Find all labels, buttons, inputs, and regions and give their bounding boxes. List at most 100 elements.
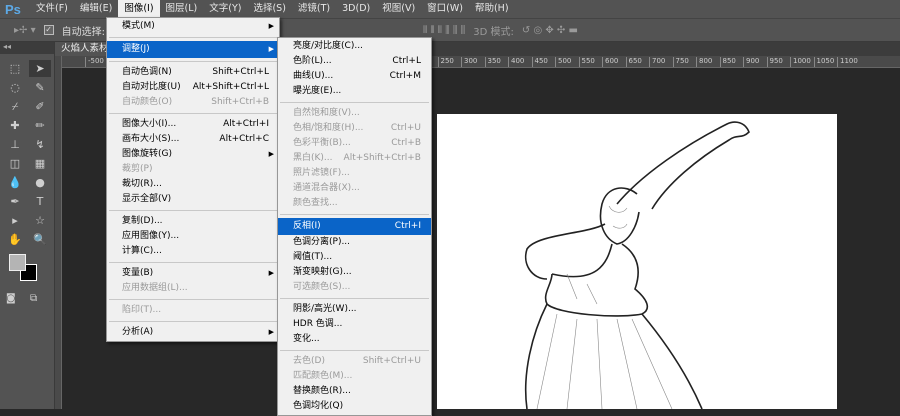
menu-item[interactable]: 渐变映射(G)...	[278, 265, 431, 280]
history-brush-icon[interactable]: ↯	[29, 136, 51, 153]
ruler-label: -500	[85, 57, 104, 67]
menu-item: 色相/饱和度(H)... Ctrl+U	[278, 121, 431, 136]
menu-item-label: 色相/饱和度(H)...	[293, 123, 364, 133]
menu-item-label: 色调均化(Q)	[293, 401, 344, 411]
menu-item[interactable]: 自动色调(N) Shift+Ctrl+L	[107, 65, 279, 80]
menu-separator	[280, 350, 429, 351]
image-menu: 模式(M) ▶ 调整(J) ▶ 自动色调(N) Shift+Ctrl+L 自动对比度(U) A…	[106, 17, 280, 342]
crop-tool-icon[interactable]: ⌿	[4, 98, 26, 115]
menu-6[interactable]: 滤镜(T)	[292, 0, 336, 18]
menu-item[interactable]: 替换颜色(R)...	[278, 384, 431, 399]
toolbox-collapse[interactable]: ◂◂	[0, 42, 54, 54]
ruler-label: 900	[743, 57, 759, 67]
menu-item[interactable]: 画布大小(S)... Alt+Ctrl+C	[107, 132, 279, 147]
menu-item-shortcut: Alt+Shift+Ctrl+L	[192, 82, 269, 92]
menu-item-shortcut: Ctrl+B	[391, 138, 421, 148]
blur-tool-icon[interactable]: 💧	[4, 174, 26, 191]
menu-separator	[280, 102, 429, 103]
auto-select-checkbox[interactable]: ✓	[43, 25, 54, 35]
menu-separator	[109, 262, 277, 263]
menu-item-label: 裁切(R)...	[122, 179, 162, 189]
stamp-tool-icon[interactable]: ⊥	[4, 136, 26, 153]
auto-select-label: 自动选择:	[61, 26, 105, 38]
move-tool-icon[interactable]: ➤	[29, 60, 51, 77]
menu-item-shortcut: Ctrl+M	[389, 71, 421, 81]
ruler-label: 500	[555, 57, 571, 67]
eyedropper-tool-icon[interactable]: ✐	[29, 98, 51, 115]
menu-item-label: 裁剪(P)	[122, 164, 153, 174]
menu-item[interactable]: 图像大小(I)... Alt+Ctrl+I	[107, 117, 279, 132]
menu-3[interactable]: 图层(L)	[160, 0, 204, 18]
menu-item[interactable]: 阴影/高光(W)...	[278, 302, 431, 317]
menu-separator	[109, 37, 277, 38]
dodge-tool-icon[interactable]: ●	[29, 174, 51, 191]
3d-tools-icons[interactable]: ↺ ◎ ✥ ✣ ▬	[522, 25, 578, 36]
menu-item[interactable]: 计算(C)...	[107, 244, 279, 259]
menu-2[interactable]: 图像(I)	[118, 0, 160, 18]
brush-tool-icon[interactable]: ✏	[29, 117, 51, 134]
menu-5[interactable]: 选择(S)	[247, 0, 291, 18]
menu-item[interactable]: 色调分离(P)...	[278, 235, 431, 250]
menu-7[interactable]: 3D(D)	[336, 0, 376, 18]
ruler-label: 600	[602, 57, 618, 67]
menu-item[interactable]: 复制(D)...	[107, 214, 279, 229]
menu-item[interactable]: 分析(A) ▶	[107, 325, 279, 340]
menu-item[interactable]: 自动对比度(U) Alt+Shift+Ctrl+L	[107, 80, 279, 95]
menu-item[interactable]: HDR 色调...	[278, 317, 431, 332]
menu-item[interactable]: 色调均化(Q)	[278, 399, 431, 414]
menu-item[interactable]: 色阶(L)... Ctrl+L	[278, 54, 431, 69]
move-tool-icon[interactable]: ▸✢ ▾	[14, 25, 36, 36]
mode-3d-label: 3D 模式:	[473, 26, 514, 38]
menu-item-label: 可选颜色(S)...	[293, 282, 351, 292]
ruler-label: 850	[719, 57, 736, 67]
menu-10[interactable]: 帮助(H)	[469, 0, 515, 18]
zoom-tool-icon[interactable]: 🔍	[29, 231, 51, 248]
menu-item-label: 显示全部(V)	[122, 194, 172, 204]
eraser-tool-icon[interactable]: ◫	[4, 155, 26, 172]
menu-item-label: 图像大小(I)...	[122, 119, 177, 129]
ruler-label: 1000	[790, 57, 811, 67]
menu-item[interactable]: 图像旋转(G) ▶	[107, 147, 279, 162]
menu-item[interactable]: 应用图像(Y)...	[107, 229, 279, 244]
marquee-tool-icon[interactable]: ⬚	[4, 60, 26, 77]
menu-1[interactable]: 编辑(E)	[74, 0, 118, 18]
lasso-tool-icon[interactable]: ◌	[4, 79, 26, 96]
shape-tool-icon[interactable]: ☆	[29, 212, 51, 229]
ruler-label: 400	[508, 57, 524, 67]
menu-bar: Ps 文件(F) 编辑(E) 图像(I) 图层(L) 文字(Y) 选择(S) 滤镜(T) 3D…	[0, 0, 900, 18]
hand-tool-icon[interactable]: ✋	[4, 231, 26, 248]
foreground-color-swatch[interactable]	[9, 254, 26, 271]
menu-4[interactable]: 文字(Y)	[203, 0, 247, 18]
ruler-label: 350	[484, 57, 501, 67]
menu-0[interactable]: 文件(F)	[30, 0, 74, 18]
menu-separator	[280, 214, 429, 215]
screen-mode-icon[interactable]: ⧉	[30, 290, 37, 307]
quick-mask-icon[interactable]: ◙	[6, 290, 16, 307]
healing-brush-icon[interactable]: ✚	[4, 117, 26, 134]
type-tool-icon[interactable]: T	[29, 193, 51, 210]
menu-item[interactable]: 裁切(R)...	[107, 177, 279, 192]
menu-item-label: 去色(D)	[293, 356, 325, 366]
menu-9[interactable]: 窗口(W)	[421, 0, 469, 18]
menu-item[interactable]: 反相(I) Ctrl+I	[278, 218, 431, 235]
quick-select-tool-icon[interactable]: ✎	[29, 79, 51, 96]
menu-item-label: 替换颜色(R)...	[293, 386, 351, 396]
menu-item[interactable]: 模式(M) ▶	[107, 19, 279, 34]
menu-item-label: 变化...	[293, 334, 320, 344]
menu-item-label: 画布大小(S)...	[122, 134, 180, 144]
menu-item[interactable]: 阈值(T)...	[278, 250, 431, 265]
menu-item[interactable]: 曝光度(E)...	[278, 84, 431, 99]
menu-item[interactable]: 亮度/对比度(C)...	[278, 39, 431, 54]
path-select-icon[interactable]: ▸	[4, 212, 26, 229]
align-icons[interactable]: ⫴ ⫴ ⫴ ⫼ ⫼ ⫼	[423, 25, 465, 36]
gradient-tool-icon[interactable]: ▦	[29, 155, 51, 172]
menu-item[interactable]: 调整(J) ▶	[107, 41, 279, 58]
menu-item: 应用数据组(L)...	[107, 281, 279, 296]
menu-item-label: 自然饱和度(V)...	[293, 108, 360, 118]
menu-item[interactable]: 曲线(U)... Ctrl+M	[278, 69, 431, 84]
menu-8[interactable]: 视图(V)	[376, 0, 421, 18]
menu-item[interactable]: 变量(B) ▶	[107, 266, 279, 281]
menu-item[interactable]: 变化...	[278, 332, 431, 347]
pen-tool-icon[interactable]: ✒	[4, 193, 26, 210]
menu-item[interactable]: 显示全部(V)	[107, 192, 279, 207]
